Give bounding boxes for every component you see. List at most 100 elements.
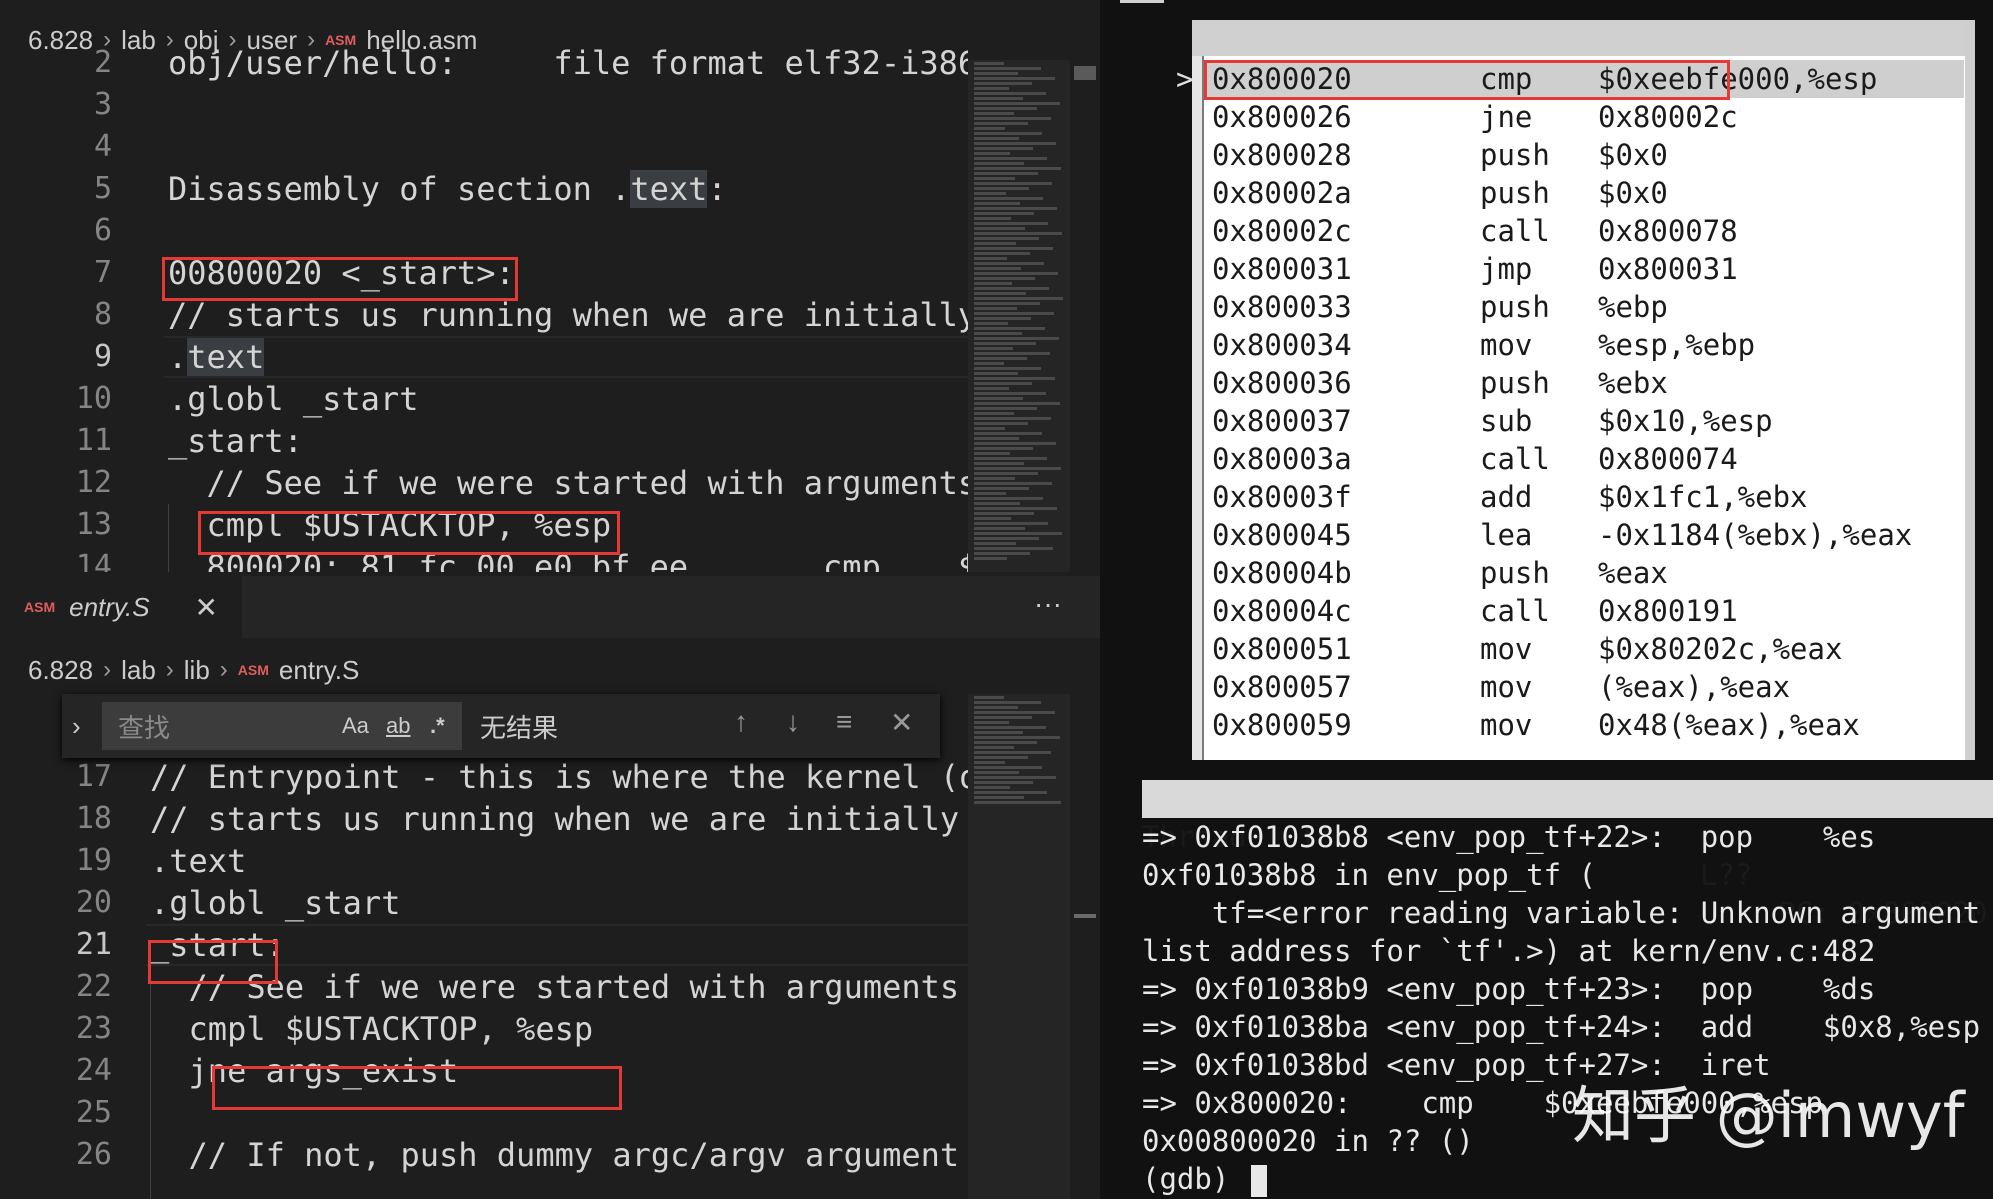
asm-row[interactable]: 0x80004ccall0x800191 bbox=[1206, 592, 1964, 630]
line-number: 25 bbox=[0, 1092, 112, 1134]
breadcrumb-item[interactable]: 6.828 bbox=[28, 655, 93, 686]
minimap-line bbox=[974, 801, 1061, 804]
asm-mnemonic: add bbox=[1480, 478, 1532, 516]
console-line: tf=<error reading variable: Unknown argu… bbox=[1142, 894, 1980, 932]
asm-listing[interactable]: 0x800020cmp$0xeebfe000,%esp0x800026jne0x… bbox=[1202, 56, 1965, 760]
asm-mnemonic: jmp bbox=[1480, 250, 1532, 288]
code-line[interactable]: 13 cmpl $USTACKTOP, %esp bbox=[0, 504, 968, 546]
more-actions-icon[interactable]: ··· bbox=[1034, 588, 1062, 620]
code-line[interactable]: 11_start: bbox=[0, 420, 968, 462]
line-number: 9 bbox=[0, 336, 112, 378]
minimap-line bbox=[974, 132, 1042, 135]
asm-row[interactable]: 0x800034mov%esp,%ebp bbox=[1206, 326, 1964, 364]
asm-row[interactable]: 0x800037sub$0x10,%esp bbox=[1206, 402, 1964, 440]
chevron-right-icon: › bbox=[220, 656, 228, 684]
code-line[interactable]: 2obj/user/hello: file format elf32-i386 bbox=[0, 48, 968, 84]
asm-row[interactable]: 0x80002apush$0x0 bbox=[1206, 174, 1964, 212]
minimap-line bbox=[974, 482, 1052, 485]
arrow-down-icon[interactable]: ↓ bbox=[786, 706, 800, 738]
asm-row[interactable]: 0x800059mov0x48(%eax),%eax bbox=[1206, 706, 1964, 744]
close-icon[interactable]: ✕ bbox=[890, 706, 913, 739]
code-line[interactable]: 19.text bbox=[0, 840, 968, 882]
minimap-line bbox=[974, 711, 1055, 714]
asm-row[interactable]: 0x800036push%ebx bbox=[1206, 364, 1964, 402]
code-line[interactable]: 4 bbox=[0, 126, 968, 168]
console-line: list address for `tf'.>) at kern/env.c:4… bbox=[1142, 932, 1875, 970]
asm-mnemonic: sub bbox=[1480, 402, 1532, 440]
minimap-line bbox=[974, 152, 1010, 155]
breadcrumb-item[interactable]: lab bbox=[121, 655, 156, 686]
minimap-line bbox=[974, 237, 1039, 240]
scrollbar-top[interactable] bbox=[1070, 60, 1100, 572]
asm-row[interactable]: 0x80003acall0x800074 bbox=[1206, 440, 1964, 478]
asm-operands: $0x10,%esp bbox=[1598, 402, 1773, 440]
match-case-icon[interactable]: Aa bbox=[342, 713, 369, 739]
asm-row[interactable]: 0x800057mov(%eax),%eax bbox=[1206, 668, 1964, 706]
arrow-up-icon[interactable]: ↑ bbox=[734, 706, 748, 738]
chevron-right-icon[interactable]: › bbox=[72, 711, 102, 742]
minimap-line bbox=[974, 107, 1037, 110]
close-icon[interactable]: ✕ bbox=[195, 591, 218, 624]
tab-entry-s[interactable]: ASM entry.S ✕ bbox=[0, 576, 242, 638]
asm-row[interactable]: 0x80003fadd$0x1fc1,%ebx bbox=[1206, 478, 1964, 516]
chevron-right-icon: › bbox=[166, 656, 174, 684]
minimap-line bbox=[974, 776, 1056, 779]
asm-operands: 0x80002c bbox=[1598, 98, 1738, 136]
code-line[interactable]: 22 // See if we were started with argume… bbox=[0, 966, 968, 1008]
asm-row[interactable]: 0x80002ccall0x800078 bbox=[1206, 212, 1964, 250]
minimap-bottom[interactable] bbox=[968, 694, 1070, 1199]
console-text: => 0xf01038ba <env_pop_tf+24>: add $0x8,… bbox=[1142, 1010, 1980, 1044]
code-line[interactable]: 17// Entrypoint - this is where the kern… bbox=[0, 762, 968, 798]
code-line[interactable]: 25 bbox=[0, 1092, 968, 1134]
code-line[interactable]: 5Disassembly of section .text: bbox=[0, 168, 968, 210]
minimap-line bbox=[974, 97, 1023, 100]
code-text: .globl _start bbox=[150, 882, 400, 924]
code-line[interactable]: 6 bbox=[0, 210, 968, 252]
asm-mnemonic: mov bbox=[1480, 668, 1532, 706]
code-line[interactable]: 8// starts us running when we are initia… bbox=[0, 294, 968, 336]
code-line[interactable]: 10.globl _start bbox=[0, 378, 968, 420]
asm-row[interactable]: 0x800033push%ebp bbox=[1206, 288, 1964, 326]
minimap-line bbox=[974, 706, 1018, 709]
code-line[interactable]: 20.globl _start bbox=[0, 882, 968, 924]
asm-row[interactable]: 0x800020cmp$0xeebfe000,%esp bbox=[1206, 60, 1964, 98]
code-line[interactable]: 700800020 <_start>: bbox=[0, 252, 968, 294]
minimap-line bbox=[974, 167, 1061, 170]
asm-row[interactable]: 0x80004bpush%eax bbox=[1206, 554, 1964, 592]
minimap-line bbox=[974, 547, 1053, 550]
minimap-top[interactable] bbox=[968, 60, 1070, 572]
breadcrumb-item[interactable]: lib bbox=[184, 655, 210, 686]
code-line[interactable]: 23 cmpl $USTACKTOP, %esp bbox=[0, 1008, 968, 1050]
breadcrumb-item-file[interactable]: entry.S bbox=[279, 655, 359, 686]
minimap-line bbox=[974, 342, 1036, 345]
asm-row[interactable]: 0x800028push$0x0 bbox=[1206, 136, 1964, 174]
asm-row[interactable]: 0x800031jmp0x800031 bbox=[1206, 250, 1964, 288]
scrollbar-bottom[interactable] bbox=[1070, 694, 1100, 1199]
code-line[interactable]: 24 jne args_exist bbox=[0, 1050, 968, 1092]
asm-row[interactable]: 0x800045lea-0x1184(%ebx),%eax bbox=[1206, 516, 1964, 554]
code-line[interactable]: 14 800020: 81 fc 00 e0 bf ee cmp $0xe bbox=[0, 546, 968, 572]
code-line[interactable]: 21_start: bbox=[0, 924, 968, 966]
code-editor-bottom[interactable]: 17// Entrypoint - this is where the kern… bbox=[0, 762, 968, 1199]
asm-row[interactable]: 0x800051mov$0x80202c,%eax bbox=[1206, 630, 1964, 668]
find-in-selection-icon[interactable]: ≡ bbox=[836, 706, 852, 738]
minimap-line bbox=[974, 347, 1013, 350]
code-text: // See if we were started with arguments bbox=[168, 462, 968, 504]
asm-operands: $0x80202c,%eax bbox=[1598, 630, 1842, 668]
minimap-line bbox=[974, 422, 1028, 425]
minimap-line bbox=[974, 137, 1019, 140]
code-line[interactable]: 18// starts us running when we are initi… bbox=[0, 798, 968, 840]
regex-icon[interactable]: .* bbox=[430, 713, 445, 739]
code-line[interactable]: 9 .text bbox=[0, 336, 968, 378]
console-text: list address for `tf'.>) at kern/env.c:4… bbox=[1142, 934, 1875, 968]
whole-word-icon[interactable]: ab bbox=[386, 713, 410, 739]
find-placeholder: 查找 bbox=[118, 708, 170, 745]
code-line[interactable]: 3 bbox=[0, 84, 968, 126]
code-editor-top[interactable]: 2obj/user/hello: file format elf32-i3863… bbox=[0, 48, 968, 572]
asm-row[interactable]: 0x800026jne0x80002c bbox=[1206, 98, 1964, 136]
code-text: .text bbox=[168, 336, 264, 378]
code-line[interactable]: 26 // If not, push dummy argc/argv argum… bbox=[0, 1134, 968, 1176]
code-line[interactable]: 12 // See if we were started with argume… bbox=[0, 462, 968, 504]
find-input[interactable]: 查找 Aa ab .* bbox=[102, 702, 462, 750]
asm-operands: $0x1fc1,%ebx bbox=[1598, 478, 1808, 516]
